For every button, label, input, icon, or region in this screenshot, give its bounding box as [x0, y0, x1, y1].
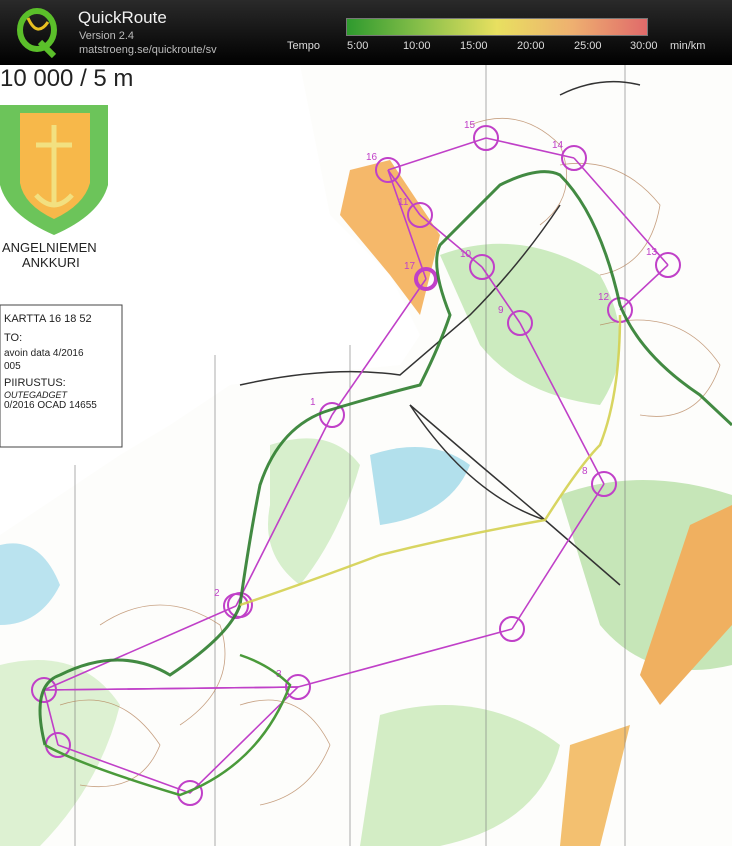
- map-info: KARTTA 16 18 52: [4, 313, 92, 325]
- tempo-tick: 25:00: [574, 40, 602, 52]
- tempo-tick: 30:00: [630, 40, 658, 52]
- tempo-label: Tempo: [287, 40, 321, 52]
- marsh-area: [370, 447, 470, 525]
- control-number: 11: [398, 197, 409, 208]
- control-number: 8: [582, 466, 588, 477]
- control-number: 1: [310, 397, 316, 408]
- app-url: matstroeng.se/quickroute/sv: [79, 44, 217, 56]
- control-number: 12: [598, 292, 610, 303]
- club-name: ANKKURI: [22, 255, 80, 270]
- vegetation-patch: [440, 243, 620, 405]
- control-number: 13: [646, 247, 658, 258]
- map-info: OUTEGADGET: [4, 390, 68, 400]
- app-header: QuickRoute Version 2.4 matstroeng.se/qui…: [0, 0, 732, 65]
- tempo-tick: 10:00: [403, 40, 431, 52]
- map-info: 0/2016 OCAD 14655: [4, 400, 97, 411]
- course-leg: [387, 137, 487, 171]
- map-info: avoin data 4/2016: [4, 348, 84, 359]
- tempo-tick: 15:00: [460, 40, 488, 52]
- app-version: Version 2.4: [79, 30, 135, 42]
- map-scale: 10 000 / 5 m: [0, 65, 134, 92]
- control-number: 14: [552, 140, 564, 151]
- open-land: [560, 725, 630, 846]
- quickroute-logo-icon: [17, 8, 57, 58]
- course-leg: [619, 264, 669, 311]
- tempo-tick: 20:00: [517, 40, 545, 52]
- app-title: QuickRoute: [78, 8, 167, 27]
- control-number: 2: [214, 588, 220, 599]
- control-number: 17: [404, 261, 416, 272]
- marsh-area: [0, 543, 60, 625]
- map-info-box: [0, 304, 123, 448]
- control-number: 16: [366, 152, 378, 163]
- tempo-color-scale: [346, 18, 648, 36]
- tempo-tick: 5:00: [347, 40, 369, 52]
- map-info: TO:: [4, 332, 23, 344]
- control-number: 9: [498, 305, 504, 316]
- control-number: 15: [464, 120, 476, 131]
- tempo-unit: min/km: [670, 40, 706, 52]
- orienteering-map[interactable]: 15 16 11 17 10 9 14 13 12 8 1 2 3 10 000 / 5 m ANGEL…: [0, 65, 732, 846]
- map-canvas: 151611171091413128123: [0, 65, 732, 846]
- vegetation-patch: [360, 705, 560, 846]
- control-number: 10: [460, 249, 472, 260]
- vegetation-patch: [268, 438, 360, 585]
- map-info: 005: [4, 361, 21, 372]
- club-name: ANGELNIEMEN: [2, 240, 97, 255]
- course-leg: [297, 628, 513, 688]
- map-info: PIIRUSTUS:: [4, 377, 66, 389]
